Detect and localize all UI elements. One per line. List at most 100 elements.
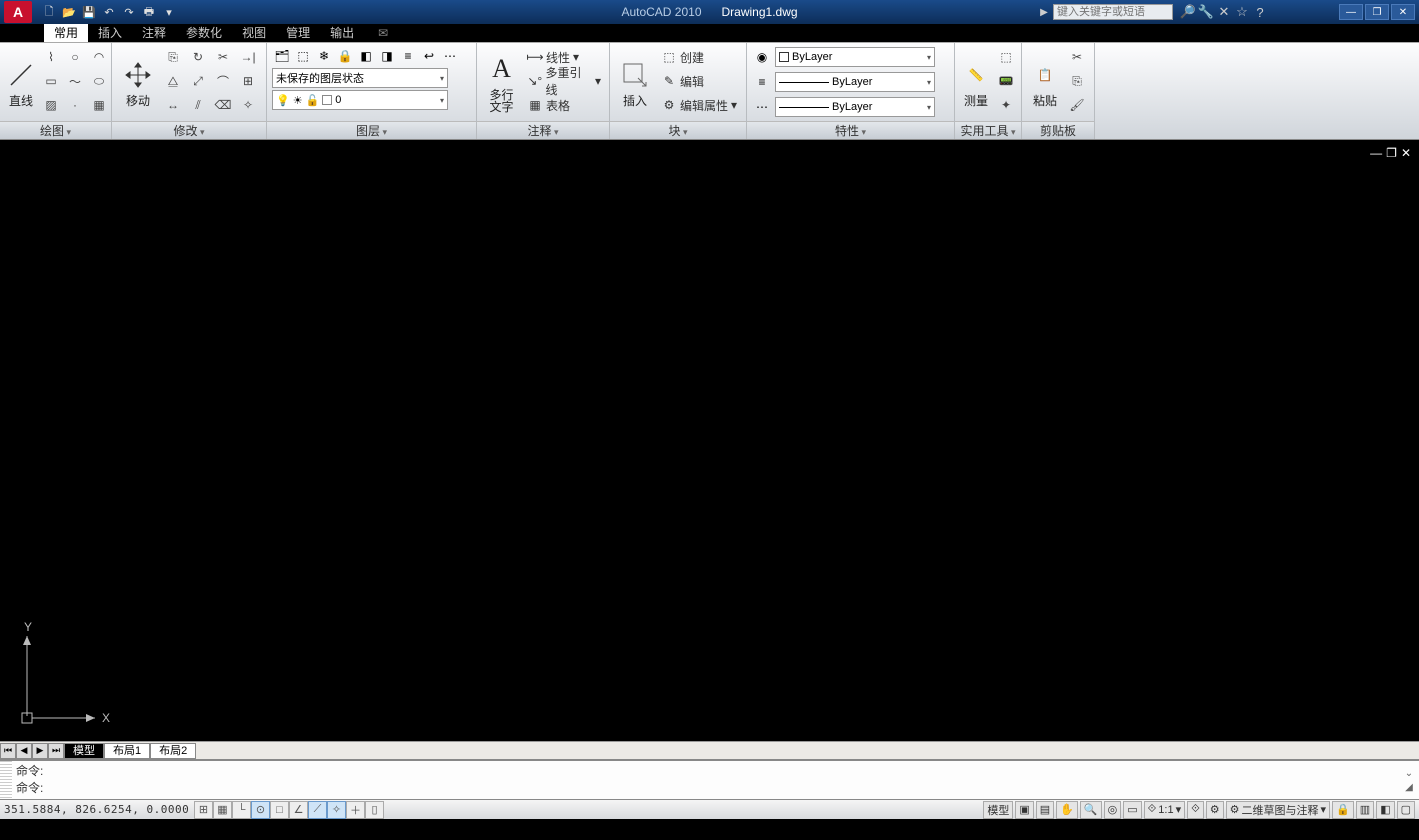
polyline-icon[interactable]: ⌇ (40, 46, 62, 68)
nav-wheel-icon[interactable]: ◎ (1104, 801, 1122, 819)
quickview-drawings-icon[interactable]: ▤ (1036, 801, 1054, 819)
layer-match-icon[interactable]: ≡ (398, 46, 418, 66)
help-icon[interactable]: ? (1251, 3, 1269, 21)
panel-annot-title[interactable]: 注释 (527, 124, 558, 138)
grid-toggle[interactable]: ▦ (213, 801, 232, 819)
select-all-icon[interactable]: ⬚ (995, 46, 1017, 68)
mail-icon[interactable]: ✉ (372, 24, 394, 42)
hardware-accel-icon[interactable]: ▥ (1356, 801, 1374, 819)
linetype-icon[interactable]: ⋯ (752, 97, 772, 117)
undo-icon[interactable]: ↶ (100, 3, 118, 21)
rectangle-icon[interactable]: ▭ (40, 70, 62, 92)
save-icon[interactable]: 💾 (80, 3, 98, 21)
cut-icon[interactable]: ✂ (1066, 46, 1088, 68)
erase-icon[interactable]: ⌫ (212, 94, 234, 116)
key-icon[interactable]: 🔧 (1197, 3, 1215, 21)
workspace-switch[interactable]: ⚙ 二维草图与注释 ▾ (1226, 801, 1330, 819)
search-go-icon[interactable]: ▶ (1037, 7, 1051, 18)
toolbar-lock-icon[interactable]: 🔒 (1332, 801, 1354, 819)
mirror-icon[interactable]: ⧋ (162, 70, 184, 92)
measure-button[interactable]: 📏 测量 (960, 46, 992, 118)
polar-toggle[interactable]: ⊙ (251, 801, 270, 819)
tab-annotate[interactable]: 注释 (132, 24, 176, 42)
circle-icon[interactable]: ○ (64, 46, 86, 68)
redo-icon[interactable]: ↷ (120, 3, 138, 21)
layout-last-icon[interactable]: ⏭ (48, 743, 64, 759)
layer-iso-icon[interactable]: ◨ (377, 46, 397, 66)
drawing-canvas[interactable]: ― ❐ ✕ Y X (0, 140, 1419, 741)
command-line[interactable]: 命令: 命令: ⌄◢ (0, 759, 1419, 799)
tab-insert[interactable]: 插入 (88, 24, 132, 42)
ellipse-icon[interactable]: ⬭ (88, 70, 110, 92)
nav-zoom-icon[interactable]: 🔍 (1080, 801, 1102, 819)
lineweight-icon[interactable]: ≡ (752, 72, 772, 92)
color-dropdown[interactable]: ByLayer▾ (775, 47, 935, 67)
copy-icon[interactable]: ⎘ (162, 46, 184, 68)
tab-view[interactable]: 视图 (232, 24, 276, 42)
point-icon[interactable]: · (64, 94, 86, 116)
layer-color-icon[interactable]: ◧ (356, 46, 376, 66)
table-button[interactable]: ▦表格 (524, 94, 604, 116)
cmdline-resize-icon[interactable]: ◢ (1405, 782, 1413, 793)
copy-clip-icon[interactable]: ⎘ (1066, 70, 1088, 92)
spline-icon[interactable]: ～ (64, 70, 86, 92)
layer-freeze-icon[interactable]: ❄ (314, 46, 334, 66)
rotate-icon[interactable]: ↻ (187, 46, 209, 68)
otrack-toggle[interactable]: ∠ (289, 801, 308, 819)
linetype-dropdown[interactable]: ByLayer▾ (775, 97, 935, 117)
coordinates[interactable]: 351.5884, 826.6254, 0.0000 (0, 803, 190, 816)
block-edit-button[interactable]: ✎编辑 (658, 70, 740, 92)
scale-icon[interactable]: ⤢ (187, 70, 209, 92)
qat-dropdown-icon[interactable]: ▾ (160, 3, 178, 21)
osnap-toggle[interactable]: □ (270, 801, 289, 819)
nav-pan-icon[interactable]: ✋ (1056, 801, 1078, 819)
tab-model[interactable]: 模型 (64, 743, 104, 759)
paste-button[interactable]: 📋 粘贴 (1027, 46, 1063, 118)
layer-prev-icon[interactable]: ↩ (419, 46, 439, 66)
extend-icon[interactable]: →| (237, 46, 259, 68)
match-prop-icon[interactable]: 🖌 (1066, 94, 1088, 116)
block-create-button[interactable]: ⬚创建 (658, 46, 740, 68)
ortho-toggle[interactable]: └ (232, 801, 251, 819)
exchange-icon[interactable]: ✕ (1215, 3, 1233, 21)
offset-icon[interactable]: ⫽ (187, 94, 209, 116)
search-input[interactable] (1053, 4, 1173, 20)
layout-first-icon[interactable]: ⏮ (0, 743, 16, 759)
panel-modify-title[interactable]: 修改 (173, 124, 204, 138)
hatch-icon[interactable]: ▨ (40, 94, 62, 116)
tab-layout2[interactable]: 布局2 (150, 743, 196, 759)
layer-prop-icon[interactable]: 🗂 (272, 46, 292, 66)
block-editattr-button[interactable]: ⚙编辑属性 ▾ (658, 94, 740, 116)
explode-icon[interactable]: ✧ (237, 94, 259, 116)
panel-draw-title[interactable]: 绘图 (40, 124, 71, 138)
clean-screen-icon[interactable]: ▢ (1397, 801, 1415, 819)
maximize-icon[interactable]: ❐ (1365, 4, 1389, 20)
showmotion-icon[interactable]: ▭ (1123, 801, 1141, 819)
canvas-minimize-icon[interactable]: ― (1370, 146, 1382, 160)
binoculars-icon[interactable]: 🔎 (1179, 3, 1197, 21)
tab-parametric[interactable]: 参数化 (176, 24, 232, 42)
model-paper-toggle[interactable]: 模型 (983, 801, 1013, 819)
canvas-close-icon[interactable]: ✕ (1401, 146, 1411, 160)
snap-toggle[interactable]: ⊞ (194, 801, 213, 819)
tab-manage[interactable]: 管理 (276, 24, 320, 42)
panel-layers-title[interactable]: 图层 (356, 124, 387, 138)
insert-block-button[interactable]: 插入 (615, 46, 655, 118)
tab-layout1[interactable]: 布局1 (104, 743, 150, 759)
cmdline-grip[interactable] (0, 761, 12, 799)
layer-off-icon[interactable]: ⬚ (293, 46, 313, 66)
region-icon[interactable]: ▦ (88, 94, 110, 116)
isolate-icon[interactable]: ◧ (1376, 801, 1394, 819)
minimize-icon[interactable]: ― (1339, 4, 1363, 20)
lineweight-dropdown[interactable]: ByLayer▾ (775, 72, 935, 92)
ann-vis-icon[interactable]: ⟐ (1187, 801, 1204, 819)
ducs-toggle[interactable]: ⟋ (308, 801, 327, 819)
fillet-icon[interactable]: ⌒ (212, 70, 234, 92)
lwt-toggle[interactable]: ＋ (346, 801, 365, 819)
stretch-icon[interactable]: ↔ (162, 94, 184, 116)
arc-icon[interactable]: ◠ (88, 46, 110, 68)
layer-current-dropdown[interactable]: 💡 ☀ 🔓 0 ▾ (272, 90, 448, 110)
trim-icon[interactable]: ✂ (212, 46, 234, 68)
panel-prop-title[interactable]: 特性 (835, 124, 866, 138)
print-icon[interactable]: 🖶 (140, 3, 158, 21)
